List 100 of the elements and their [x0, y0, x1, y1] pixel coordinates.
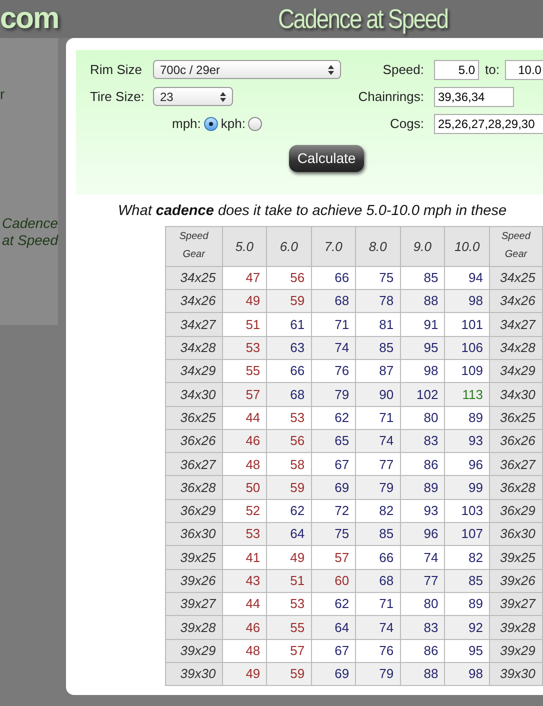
speed-label: Speed: [382, 60, 424, 79]
table-cell: 76 [356, 639, 400, 662]
table-cell: 85 [400, 266, 445, 290]
column-header: Speed [500, 230, 532, 244]
table-cell: 93 [444, 429, 490, 453]
table-cell: 96 [400, 522, 445, 546]
table-cell: 89 [444, 592, 490, 616]
row-header: 39x26 [489, 569, 542, 592]
table-cell: 99 [444, 476, 490, 500]
row-header: 36x26 [489, 429, 542, 453]
row-header: 39x30 [489, 662, 542, 686]
column-header: Gear [504, 248, 528, 262]
table-cell: 68 [311, 290, 356, 313]
unit-radio[interactable] [204, 116, 218, 130]
site-logo[interactable]: com [0, 0, 58, 38]
speed-to-field[interactable]: 10.0 [505, 60, 543, 80]
row-header: 36x30 [489, 522, 542, 546]
table-cell: 68 [266, 382, 312, 406]
row-header: 36x27 [489, 452, 542, 476]
row-header: 34x29 [489, 359, 542, 383]
row-header: 34x25 [489, 266, 542, 290]
row-header: 39x26 [166, 569, 222, 592]
chainrings-label: Chainrings: [357, 88, 424, 106]
table-cell: 56 [266, 429, 312, 453]
calculate-button[interactable]: Calculate [289, 145, 364, 172]
table-cell: 101 [444, 312, 490, 336]
rim-size-select[interactable]: 700c / 29er [153, 60, 341, 79]
table-cell: 88 [400, 290, 445, 313]
sidebar-link[interactable]: r [0, 86, 5, 103]
table-cell: 43 [222, 569, 267, 592]
updown-caret-icon [220, 92, 226, 102]
table-cell: 49 [222, 290, 267, 313]
table-cell: 86 [400, 452, 445, 476]
row-header: 36x27 [166, 452, 222, 476]
table-cell: 102 [400, 382, 445, 406]
table-cell: 106 [444, 336, 490, 360]
table-cell: 53 [222, 336, 267, 360]
table-cell: 63 [266, 336, 312, 360]
row-header: 34x30 [166, 382, 222, 406]
row-header: 39x25 [489, 546, 542, 570]
table-cell: 48 [222, 452, 267, 476]
row-header: 39x25 [166, 546, 222, 570]
table-cell: 103 [444, 499, 490, 523]
column-header: Speed [178, 230, 210, 244]
table-cell: 72 [311, 499, 356, 523]
table-cell: 47 [222, 266, 267, 290]
table-cell: 55 [266, 616, 312, 639]
chainrings-field[interactable]: 39,36,34 [434, 86, 514, 106]
table-cell: 57 [311, 546, 356, 570]
tire-size-select[interactable]: 23 [153, 87, 233, 106]
table-cell: 83 [400, 429, 445, 453]
table-cell: 94 [444, 266, 490, 290]
table-cell: 69 [311, 662, 356, 686]
table-cell: 80 [400, 592, 445, 616]
table-cell: 71 [356, 406, 400, 430]
table-cell: 89 [400, 476, 445, 500]
table-cell: 98 [444, 662, 490, 686]
sidebar-link[interactable]: Cadence at Speed [0, 215, 58, 249]
table-cell: 87 [356, 359, 400, 383]
row-header: 34x30 [489, 382, 542, 406]
table-cell: 44 [222, 406, 267, 430]
table-cell: 53 [222, 522, 267, 546]
table-cell: 98 [444, 290, 490, 313]
table-cell: 82 [444, 546, 490, 570]
table-cell: 77 [356, 452, 400, 476]
table-cell: 44 [222, 592, 267, 616]
table-cell: 61 [266, 312, 312, 336]
table-cell: 113 [444, 382, 490, 406]
table-cell: 48 [222, 639, 267, 662]
row-header: 39x29 [489, 639, 542, 662]
table-cell: 76 [311, 359, 356, 383]
speed-from-field[interactable]: 5.0 [434, 60, 479, 80]
table-cell: 95 [444, 639, 490, 662]
table-cell: 83 [400, 616, 445, 639]
cogs-field[interactable]: 25,26,27,28,29,30 [434, 114, 543, 134]
row-header: 34x28 [166, 336, 222, 360]
unit-radio[interactable] [248, 116, 262, 130]
question-text: What cadence does it take to achieve 5.0-10.0 mph in these [118, 202, 508, 221]
table-cell: 66 [266, 359, 312, 383]
table-cell: 90 [356, 382, 400, 406]
table-cell: 91 [400, 312, 445, 336]
table-cell: 59 [266, 476, 312, 500]
table-cell: 64 [311, 616, 356, 639]
table-cell: 79 [356, 662, 400, 686]
row-header: 36x29 [166, 499, 222, 523]
row-header: 39x29 [166, 639, 222, 662]
table-cell: 67 [311, 639, 356, 662]
table-cell: 50 [222, 476, 267, 500]
cogs-label: Cogs: [389, 114, 424, 133]
to-label: to: [485, 60, 500, 79]
table-cell: 67 [311, 452, 356, 476]
table-cell: 49 [266, 546, 312, 570]
row-header: 34x26 [489, 290, 542, 313]
table-cell: 109 [444, 359, 490, 383]
unit-label: mph: [172, 114, 201, 133]
column-header: 6.0 [266, 226, 312, 266]
table-cell: 56 [266, 266, 312, 290]
table-cell: 65 [311, 429, 356, 453]
row-header: 34x29 [166, 359, 222, 383]
row-header: 34x25 [166, 266, 222, 290]
